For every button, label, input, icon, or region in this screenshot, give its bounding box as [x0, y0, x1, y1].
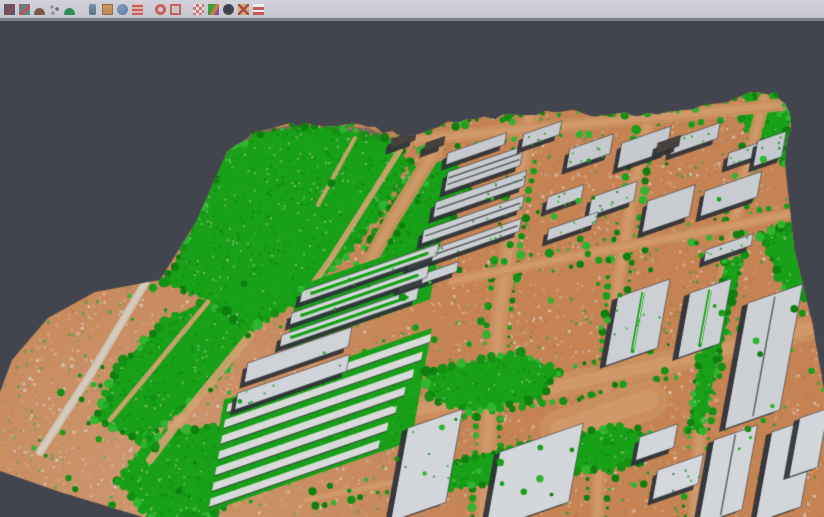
toolbar-button-dem-surface[interactable]: [62, 0, 77, 19]
app-window: [0, 0, 824, 517]
terrain-mound-icon: [34, 8, 45, 15]
toolbar-button-profile-column[interactable]: [85, 0, 100, 19]
dark-sphere-icon: [223, 4, 234, 15]
toolbar-button-orthophoto[interactable]: [100, 0, 115, 19]
toolbar-button-remove-bars[interactable]: [251, 0, 266, 19]
toolbar-button-resize-region[interactable]: [168, 0, 183, 19]
column-icon: [89, 4, 96, 15]
toolbar-button-align-points[interactable]: [17, 0, 32, 19]
orthophoto-icon: [102, 4, 113, 15]
dense-cloud-icon: [4, 4, 15, 15]
toolbar-button-terrain-model[interactable]: [32, 0, 47, 19]
dem-mound-icon: [64, 8, 75, 15]
align-points-icon: [19, 4, 30, 15]
toolbar-separator: [145, 0, 153, 19]
toolbar-separator: [183, 0, 191, 19]
selection-brackets-icon: [170, 4, 181, 15]
toolbar-separator: [77, 0, 85, 19]
toolbar-button-dense-point-cloud[interactable]: [2, 0, 17, 19]
toolbar-button-classified-map[interactable]: [206, 0, 221, 19]
toolbar: [0, 0, 824, 21]
ring-icon: [155, 4, 166, 15]
toolbar-button-dark-sphere[interactable]: [221, 0, 236, 19]
globe-icon: [117, 4, 128, 15]
toolbar-button-globe-view[interactable]: [115, 0, 130, 19]
minus-bars-icon: [253, 4, 264, 15]
classified-map-icon: [208, 4, 219, 15]
toolbar-button-sparse-cloud[interactable]: [47, 0, 62, 19]
viewport-3d[interactable]: [0, 24, 824, 517]
checker-icon: [193, 4, 204, 15]
toolbar-button-checker-filter[interactable]: [191, 0, 206, 19]
close-x-icon: [238, 4, 249, 15]
toolbar-button-region-ring[interactable]: [153, 0, 168, 19]
toolbar-button-layer-stack[interactable]: [130, 0, 145, 19]
toolbar-button-discard-selection[interactable]: [236, 0, 251, 19]
layers-icon: [132, 4, 143, 15]
sparse-points-icon: [49, 4, 60, 15]
